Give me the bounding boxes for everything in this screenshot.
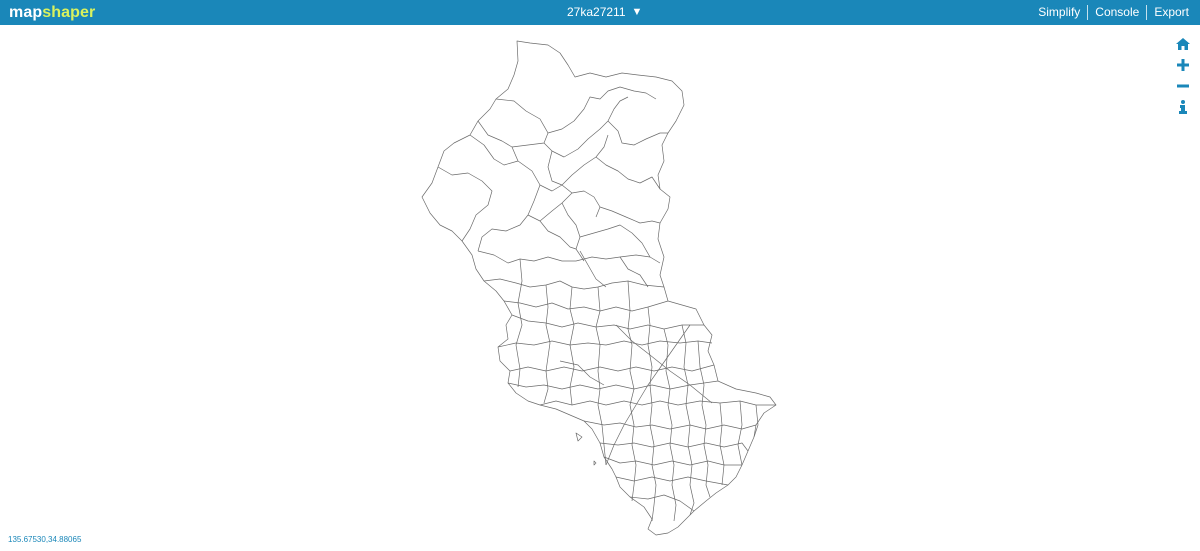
minus-icon[interactable] [1174, 75, 1192, 96]
dropdown-caret-icon: ▼ [631, 6, 643, 18]
boundary [477, 146, 541, 252]
boundary [547, 86, 657, 134]
boundary [599, 442, 749, 452]
boundary [681, 324, 695, 516]
boundary [559, 360, 605, 386]
boundary [663, 328, 677, 522]
map-toolbar [1174, 33, 1192, 117]
boundary [477, 98, 549, 148]
boundary [719, 402, 725, 486]
export-button[interactable]: Export [1154, 5, 1189, 20]
boundary [579, 250, 607, 288]
boundary [583, 420, 757, 430]
logo-text-prefix: map [9, 4, 43, 21]
boundary [595, 156, 661, 190]
boundary [647, 306, 657, 522]
console-button[interactable]: Console [1095, 5, 1139, 20]
boundary [483, 278, 665, 290]
simplify-button[interactable]: Simplify [1038, 5, 1080, 20]
boundary [539, 220, 577, 250]
boundary [497, 340, 713, 348]
boundary [515, 258, 523, 388]
plus-icon[interactable] [1174, 54, 1192, 75]
layer-name: 27ka27211 [567, 5, 626, 19]
boundary [437, 166, 493, 242]
map-layer [421, 40, 777, 536]
boundary [509, 364, 715, 372]
boundary [511, 314, 704, 330]
boundary [543, 96, 629, 158]
layer-selector[interactable]: 27ka27211 ▼ [567, 5, 642, 20]
coordinate-readout: 135.67530,34.88065 [8, 535, 82, 544]
boundary [527, 192, 573, 222]
boundary [469, 134, 519, 166]
boundary [627, 280, 637, 502]
nav-divider [1146, 5, 1148, 20]
top-bar: mapshaper 27ka27211 ▼ Simplify Console E… [0, 0, 1200, 25]
nav-divider [1087, 5, 1089, 20]
boundary [477, 250, 661, 264]
boundary [593, 460, 597, 466]
info-icon[interactable] [1174, 96, 1192, 117]
logo-text-suffix: shaper [42, 4, 96, 21]
app-logo: mapshaper [9, 3, 95, 22]
top-nav: Simplify Console Export [1038, 5, 1189, 20]
boundary [503, 300, 669, 312]
boundary [697, 340, 711, 498]
boundary [539, 184, 601, 218]
boundary [737, 400, 743, 466]
boundary [547, 134, 609, 186]
boundary [629, 494, 695, 512]
boundary [575, 432, 583, 442]
boundary [603, 456, 742, 466]
boundary [579, 224, 651, 258]
home-icon[interactable] [1174, 33, 1192, 54]
map-canvas[interactable] [0, 25, 1200, 551]
boundary [599, 206, 661, 224]
boundary [607, 120, 668, 146]
